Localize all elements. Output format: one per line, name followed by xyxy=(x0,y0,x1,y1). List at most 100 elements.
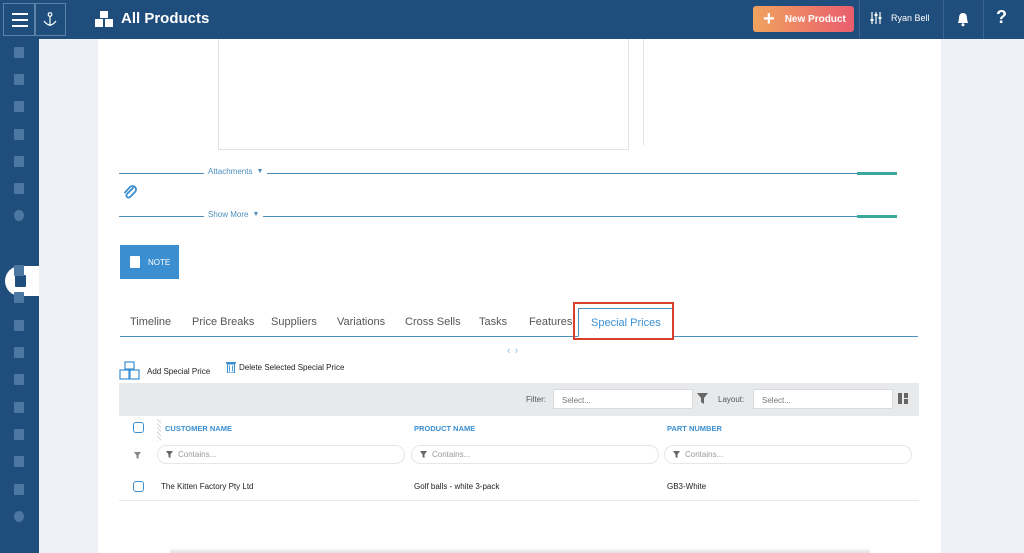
new-product-label: New Product xyxy=(784,13,846,25)
add-special-price-button[interactable]: Add Special Price xyxy=(119,361,210,381)
funnel-icon xyxy=(166,451,173,458)
paperclip-icon[interactable] xyxy=(122,184,138,200)
top-bar: All Products + New Product Ryan Bell ? xyxy=(0,0,1024,39)
gear-icon xyxy=(14,510,24,522)
description-textarea[interactable] xyxy=(218,39,629,150)
tab-bar: Timeline Price Breaks Suppliers Variatio… xyxy=(120,308,918,337)
cell-customer-name: The Kitten Factory Pty Ltd xyxy=(161,482,254,491)
attachments-section-toggle[interactable]: Attachments ▼ xyxy=(119,167,897,179)
anchor-icon xyxy=(43,11,57,26)
funnel-icon xyxy=(14,100,24,112)
filter-label: Filter: xyxy=(526,395,546,404)
sidebar-item-contacts[interactable] xyxy=(12,72,26,86)
column-header-product-name[interactable]: PRODUCT NAME xyxy=(414,424,475,433)
layout-label: Layout: xyxy=(718,395,745,404)
customer-name-filter-input[interactable]: Contains... xyxy=(157,445,405,464)
sidebar-item-settings[interactable] xyxy=(12,509,26,523)
tab-timeline[interactable]: Timeline xyxy=(130,316,171,328)
note-button-label: NOTE xyxy=(148,257,171,267)
attachments-label-text: Attachments xyxy=(208,167,253,176)
sidebar-item-integrations[interactable] xyxy=(12,482,26,496)
sidebar-item-dashboard[interactable] xyxy=(12,45,26,59)
filter-placeholder: Contains... xyxy=(432,450,471,459)
workflow-icon xyxy=(14,291,24,303)
dollar-icon xyxy=(14,209,24,221)
plug-icon xyxy=(14,483,24,495)
factory-icon xyxy=(14,346,24,358)
row-checkbox[interactable] xyxy=(133,481,144,492)
page-title: All Products xyxy=(121,10,210,27)
clipboard-icon xyxy=(14,319,24,331)
hamburger-icon xyxy=(11,11,28,29)
filter-select[interactable]: Select... xyxy=(553,389,693,409)
sidebar-item-catalog[interactable] xyxy=(12,400,26,414)
table-icon xyxy=(14,264,24,276)
show-more-label-text: Show More xyxy=(208,210,249,219)
note-button[interactable]: NOTE xyxy=(120,245,179,279)
teal-accent xyxy=(857,172,897,175)
table-row[interactable]: The Kitten Factory Pty Ltd Golf balls - … xyxy=(119,473,919,501)
chart-icon xyxy=(14,373,24,385)
help-button[interactable]: ? xyxy=(996,7,1007,28)
filter-placeholder: Contains... xyxy=(178,450,217,459)
building-icon xyxy=(14,46,24,58)
sidebar-item-training[interactable] xyxy=(12,454,26,468)
grid-header: CUSTOMER NAME PRODUCT NAME PART NUMBER xyxy=(119,416,919,441)
sidebar-item-filters[interactable] xyxy=(12,99,26,113)
product-name-filter-input[interactable]: Contains... xyxy=(411,445,659,464)
tab-price-breaks[interactable]: Price Breaks xyxy=(192,316,254,328)
new-product-button[interactable]: + New Product xyxy=(753,6,854,32)
app-switch-button[interactable] xyxy=(34,3,66,36)
bell-icon[interactable] xyxy=(955,11,971,27)
tab-features[interactable]: Features xyxy=(529,316,572,328)
grid-toolbar: Filter: Select... Layout: Select... xyxy=(119,383,919,416)
tab-variations[interactable]: Variations xyxy=(337,316,385,328)
delete-special-price-label: Delete Selected Special Price xyxy=(239,362,345,372)
layout-select[interactable]: Select... xyxy=(753,389,893,409)
boxes-add-icon xyxy=(119,361,140,380)
show-more-toggle[interactable]: Show More ▼ xyxy=(119,210,897,222)
sidebar-item-schedule[interactable] xyxy=(12,181,26,195)
sidebar-item-calendar[interactable] xyxy=(12,154,26,168)
calendar-icon xyxy=(14,182,24,194)
trash-icon xyxy=(226,362,236,373)
add-special-price-label: Add Special Price xyxy=(147,366,211,376)
funnel-icon xyxy=(134,452,141,459)
sidebar-item-analytics[interactable] xyxy=(12,372,26,386)
sidebar-item-warehouse[interactable] xyxy=(12,345,26,359)
boxes-icon xyxy=(95,11,113,27)
sidebar-item-workflow[interactable] xyxy=(12,290,26,304)
sliders-icon xyxy=(870,12,882,24)
column-header-customer-name[interactable]: CUSTOMER NAME xyxy=(165,424,232,433)
tab-highlight-box xyxy=(573,302,674,340)
attachments-label[interactable]: Attachments ▼ xyxy=(204,167,268,176)
column-resize-handle[interactable] xyxy=(157,419,161,441)
sidebar-item-invoices[interactable] xyxy=(12,427,26,441)
note-icon xyxy=(130,256,140,268)
caret-down-icon: ▼ xyxy=(256,168,264,175)
sidebar-item-clipboard[interactable] xyxy=(12,318,26,332)
layout-icon[interactable] xyxy=(898,393,908,404)
divider xyxy=(943,0,944,39)
calendar-icon xyxy=(14,155,24,167)
user-menu[interactable]: Ryan Bell xyxy=(869,11,930,25)
caret-down-icon: ▼ xyxy=(252,211,260,218)
tab-scroll-arrows[interactable]: ‹› xyxy=(507,345,522,357)
tab-cross-sells[interactable]: Cross Sells xyxy=(405,316,461,328)
grid-filter-row: Contains... Contains... Contains... xyxy=(119,442,919,468)
column-header-part-number[interactable]: PART NUMBER xyxy=(667,424,722,433)
sidebar-item-reports[interactable] xyxy=(12,263,26,277)
delete-special-price-button[interactable]: Delete Selected Special Price xyxy=(226,361,344,373)
sidebar-item-finance[interactable] xyxy=(12,208,26,222)
sidebar-item-documents[interactable] xyxy=(12,127,26,141)
funnel-icon xyxy=(673,451,680,458)
tab-tasks[interactable]: Tasks xyxy=(479,316,507,328)
show-more-label[interactable]: Show More ▼ xyxy=(204,210,264,219)
menu-button[interactable] xyxy=(3,3,36,36)
funnel-icon[interactable] xyxy=(697,393,708,404)
filter-placeholder: Contains... xyxy=(685,450,724,459)
select-all-checkbox[interactable] xyxy=(133,422,144,433)
divider xyxy=(983,0,984,39)
part-number-filter-input[interactable]: Contains... xyxy=(664,445,912,464)
tab-suppliers[interactable]: Suppliers xyxy=(271,316,317,328)
